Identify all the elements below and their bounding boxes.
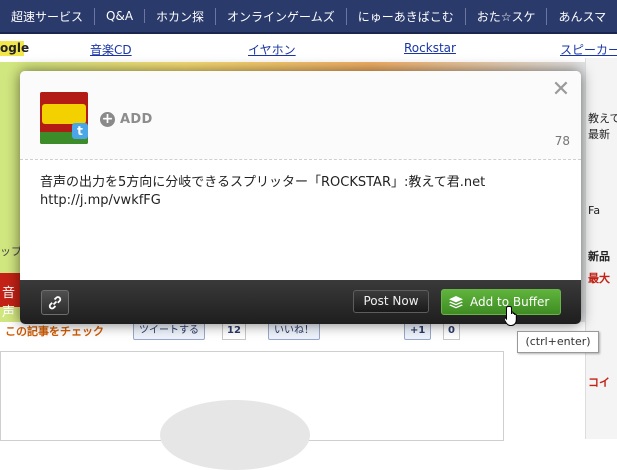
sidebar-text: Fa [588,204,601,217]
hand-cursor-icon [505,306,517,326]
link-speaker[interactable]: スピーカー [560,41,617,58]
buffer-stack-icon [449,296,463,309]
nav-item[interactable]: ホカン探 [145,7,217,25]
avatar-logo [42,104,86,124]
check-label: この記事をチェック [5,325,104,338]
add-to-buffer-button[interactable]: Add to Buffer [441,289,561,315]
dialog-header: t + ADD ✕ 78 [20,71,581,159]
twitter-icon: t [72,123,88,139]
close-icon[interactable]: ✕ [551,79,571,101]
shorten-link-button[interactable] [41,290,69,315]
tweet-count: 12 [222,322,246,340]
link-google[interactable]: ogle [0,41,29,55]
link-icon [48,296,62,310]
link-music-cd[interactable]: 音楽CD [90,41,132,58]
message-textarea[interactable]: 音声の出力を5方向に分岐できるスプリッター「ROCKSTAR」:教えて君.net… [40,174,560,274]
plus-circle-icon: + [100,111,115,127]
social-row: この記事をチェック ツイートする 12 いいね！ +1 0 [0,321,585,341]
nav-item[interactable]: Q&A [95,9,146,23]
like-button[interactable]: いいね！ [268,322,320,340]
sidebar-text: 最新 [588,128,610,141]
tweet-button[interactable]: ツイートする [133,322,205,340]
buffer-dialog: t + ADD ✕ 78 音声の出力を5方向に分岐できるスプリッター「ROCKS… [20,71,581,324]
add-profile-button[interactable]: + ADD [100,112,153,127]
plusone-count: 0 [443,322,460,340]
left-text: ップ [0,245,22,258]
sidebar-text: 最大 [588,272,610,285]
dialog-footer: Post Now Add to Buffer [20,280,581,324]
right-sidebar: 教えて 最新 Fa 新品 最大 コイ [585,58,617,439]
link-bar: ogle 音楽CD イヤホン Rockstar スピーカー [0,38,617,58]
sidebar-text: 新品 [588,250,610,263]
site-top-nav: 超速サービス Q&A ホカン探 オンラインゲームズ にゅーあきばこむ おた☆スケ… [0,0,617,34]
nav-item[interactable]: おた☆スケ [466,7,548,25]
character-counter: 78 [554,134,570,148]
nav-item[interactable]: オンラインゲームズ [216,7,347,25]
post-now-button[interactable]: Post Now [353,290,429,313]
divider [20,159,581,160]
sidebar-text: コイ [588,376,610,389]
nav-item[interactable]: あんスマ [547,8,617,25]
link-rockstar[interactable]: Rockstar [404,41,456,55]
nav-item[interactable]: にゅーあきばこむ [347,7,466,25]
shortcut-tooltip: (ctrl+enter) [517,331,599,353]
link-earphone[interactable]: イヤホン [248,41,296,58]
add-label: ADD [120,112,153,127]
decorative-image [160,400,310,470]
plusone-button[interactable]: +1 [404,322,432,340]
sidebar-text: 教えて [588,112,617,125]
nav-item[interactable]: 超速サービス [0,7,96,25]
